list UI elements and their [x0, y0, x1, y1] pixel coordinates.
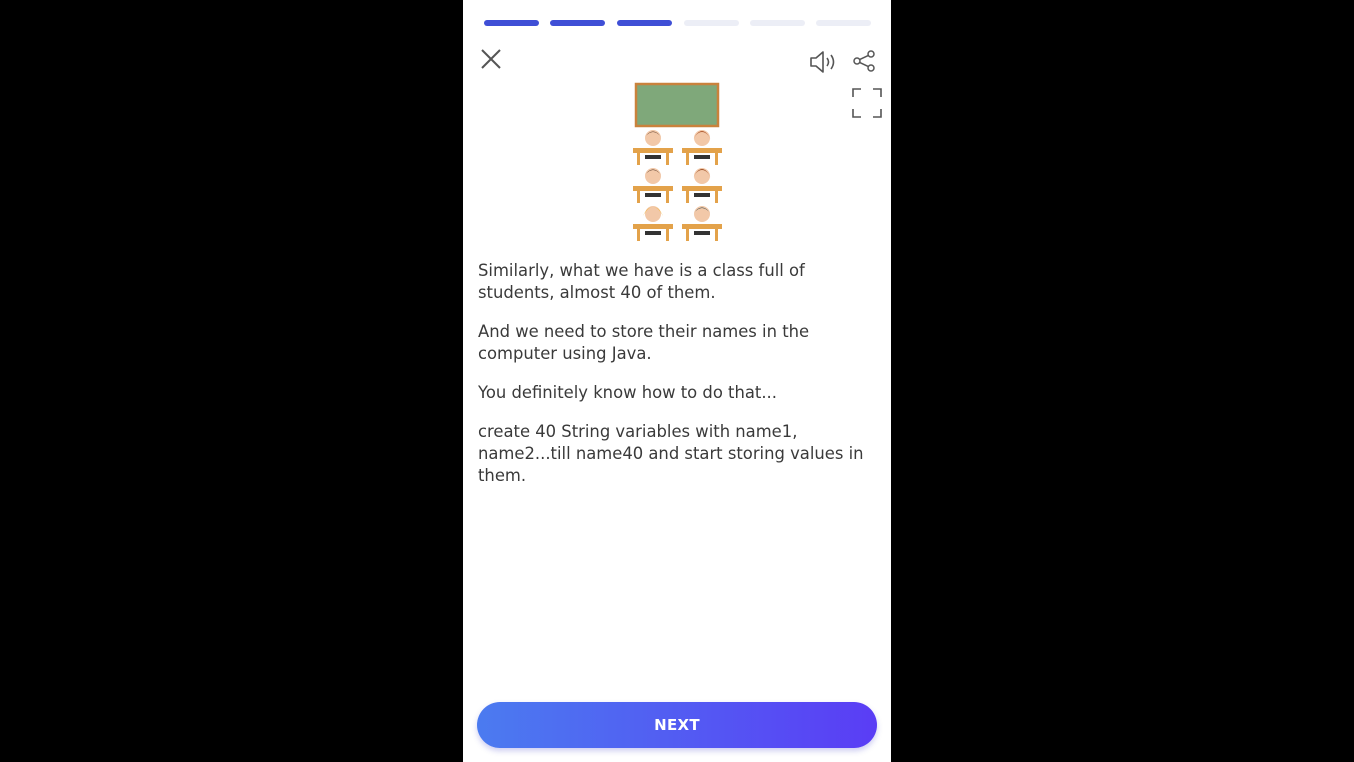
paragraph: You definitely know how to do that... — [478, 383, 777, 402]
lesson-text: Similarly, what we have is a class full … — [478, 260, 878, 504]
paragraph: Similarly, what we have is a class full … — [478, 261, 805, 302]
classroom-illustration — [627, 82, 727, 250]
fullscreen-icon[interactable] — [851, 87, 883, 119]
paragraph: create 40 String variables with name1, n… — [478, 422, 864, 485]
progress-segment — [816, 20, 871, 26]
lesson-screen: Similarly, what we have is a class full … — [463, 0, 891, 762]
progress-segment — [750, 20, 805, 26]
close-icon[interactable] — [478, 46, 504, 72]
progress-segment — [484, 20, 539, 26]
speaker-icon[interactable] — [808, 48, 838, 76]
progress-segment — [617, 20, 672, 26]
paragraph: And we need to store their names in the … — [478, 322, 810, 363]
progress-bar — [484, 20, 871, 26]
progress-segment — [684, 20, 739, 26]
next-button[interactable]: NEXT — [477, 702, 877, 748]
share-icon[interactable] — [852, 49, 876, 73]
progress-segment — [550, 20, 605, 26]
